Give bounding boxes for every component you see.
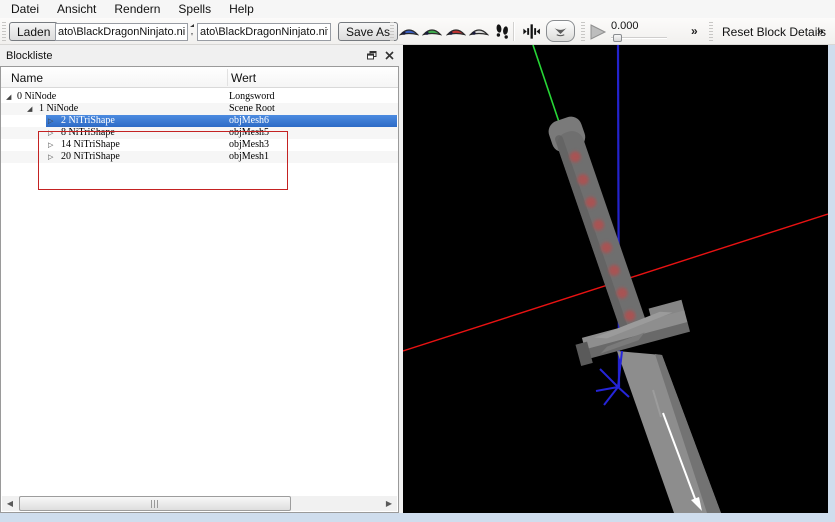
- tree-row-14-nitrishape[interactable]: ▷ 14 NiTriShape objMesh3: [1, 139, 398, 151]
- toolbar-overflow-chevron[interactable]: »: [691, 24, 698, 38]
- eye-blue-icon[interactable]: [398, 23, 419, 40]
- render-viewport[interactable]: [402, 44, 829, 513]
- toolbar-overflow-chevron-2[interactable]: »: [817, 24, 824, 38]
- dock-titlebar: Blockliste: [0, 45, 400, 66]
- time-slider[interactable]: [611, 34, 667, 42]
- expander-expanded-icon[interactable]: ◢: [6, 91, 11, 103]
- block-value: objMesh3: [229, 139, 269, 150]
- column-header-wert[interactable]: Wert: [231, 67, 256, 88]
- scrollbar-thumb[interactable]: [19, 496, 291, 511]
- expander-collapsed-icon[interactable]: ▷: [48, 127, 53, 139]
- menu-item-ansicht[interactable]: Ansicht: [48, 1, 105, 17]
- time-slider-thumb[interactable]: [613, 34, 622, 42]
- toolbar: Laden Save As: [0, 18, 835, 45]
- blocklist-dock: Blockliste Name Wert ◢ 0 NiNode Longswor…: [0, 45, 400, 513]
- toolbar-grip-4[interactable]: [709, 22, 713, 41]
- reset-block-details-button[interactable]: Reset Block Details: [716, 23, 832, 41]
- block-value: objMesh1: [229, 151, 269, 162]
- footprints-icon[interactable]: [491, 23, 512, 40]
- tree-row-1-ninode[interactable]: ◢ 1 NiNode Scene Root: [1, 103, 398, 115]
- block-name: 20 NiTriShape: [61, 151, 120, 162]
- tree-header: Name Wert: [1, 67, 398, 88]
- expander-collapsed-icon[interactable]: ▷: [48, 139, 53, 151]
- tree-row-20-nitrishape[interactable]: ▷ 20 NiTriShape objMesh1: [1, 151, 398, 163]
- horizontal-scrollbar: ◀ ▶: [2, 496, 397, 511]
- block-name: 0 NiNode: [17, 91, 57, 102]
- expander-expanded-icon[interactable]: ◢: [27, 103, 32, 115]
- tree-row-0-ninode[interactable]: ◢ 0 NiNode Longsword: [1, 91, 398, 103]
- tree-row-8-nitrishape[interactable]: ▷ 8 NiTriShape objMesh5: [1, 127, 398, 139]
- window-frame-bottom: [0, 513, 835, 522]
- block-value: objMesh6: [229, 115, 269, 126]
- column-header-name[interactable]: Name: [11, 67, 43, 88]
- block-value: Longsword: [229, 91, 275, 102]
- scroll-left-icon[interactable]: ◀: [2, 496, 18, 511]
- dock-title: Blockliste: [6, 49, 53, 62]
- block-value: objMesh5: [229, 127, 269, 138]
- play-icon[interactable]: [586, 23, 610, 40]
- block-tree: ◢ 0 NiNode Longsword ◢ 1 NiNode Scene Root ▷ 2 …: [1, 91, 398, 163]
- block-name: 8 NiTriShape: [61, 127, 115, 138]
- expander-collapsed-icon[interactable]: ▷: [48, 151, 53, 163]
- menu-bar: Datei Ansicht Rendern Spells Help: [0, 0, 835, 18]
- block-name: 1 NiNode: [39, 103, 79, 114]
- load-button[interactable]: Laden: [9, 22, 59, 41]
- menu-item-help[interactable]: Help: [220, 1, 263, 17]
- tree-row-2-nitrishape[interactable]: ▷ 2 NiTriShape objMesh6: [1, 115, 398, 127]
- toolbar-grip[interactable]: [2, 22, 6, 41]
- collapse-arrow-toggle[interactable]: [546, 20, 575, 42]
- menu-item-datei[interactable]: Datei: [2, 1, 48, 17]
- time-display: 0.000: [611, 21, 671, 42]
- time-value: 0.000: [611, 20, 639, 32]
- block-value: Scene Root: [229, 103, 275, 114]
- eye-red-icon[interactable]: [445, 23, 466, 40]
- file-path-input-1[interactable]: [55, 23, 188, 41]
- eye-green-icon[interactable]: [422, 23, 443, 40]
- block-name: 14 NiTriShape: [61, 139, 120, 150]
- block-name: 2 NiTriShape: [61, 115, 115, 126]
- input-splitter-handle[interactable]: [189, 23, 196, 41]
- menu-item-spells[interactable]: Spells: [169, 1, 220, 17]
- menu-item-rendern[interactable]: Rendern: [105, 1, 169, 17]
- eye-silver-icon[interactable]: [469, 23, 490, 40]
- toolbar-grip-2[interactable]: [390, 22, 394, 41]
- axis-marks-icon[interactable]: [521, 23, 542, 40]
- toolbar-grip-3[interactable]: [581, 22, 585, 41]
- block-list-frame: Name Wert ◢ 0 NiNode Longsword ◢ 1 NiNode Sce…: [0, 66, 399, 513]
- window-frame-right: [828, 45, 835, 522]
- scroll-right-icon[interactable]: ▶: [381, 496, 397, 511]
- float-window-icon[interactable]: [364, 49, 379, 63]
- column-divider[interactable]: [227, 69, 228, 86]
- expander-collapsed-icon[interactable]: ▷: [48, 115, 53, 127]
- close-icon[interactable]: [382, 49, 397, 63]
- app-window: DateiAnsichtRendernSpellsHelp Laden Save…: [0, 0, 835, 522]
- file-path-input-2[interactable]: [197, 23, 331, 41]
- toolbar-separator: [513, 22, 514, 41]
